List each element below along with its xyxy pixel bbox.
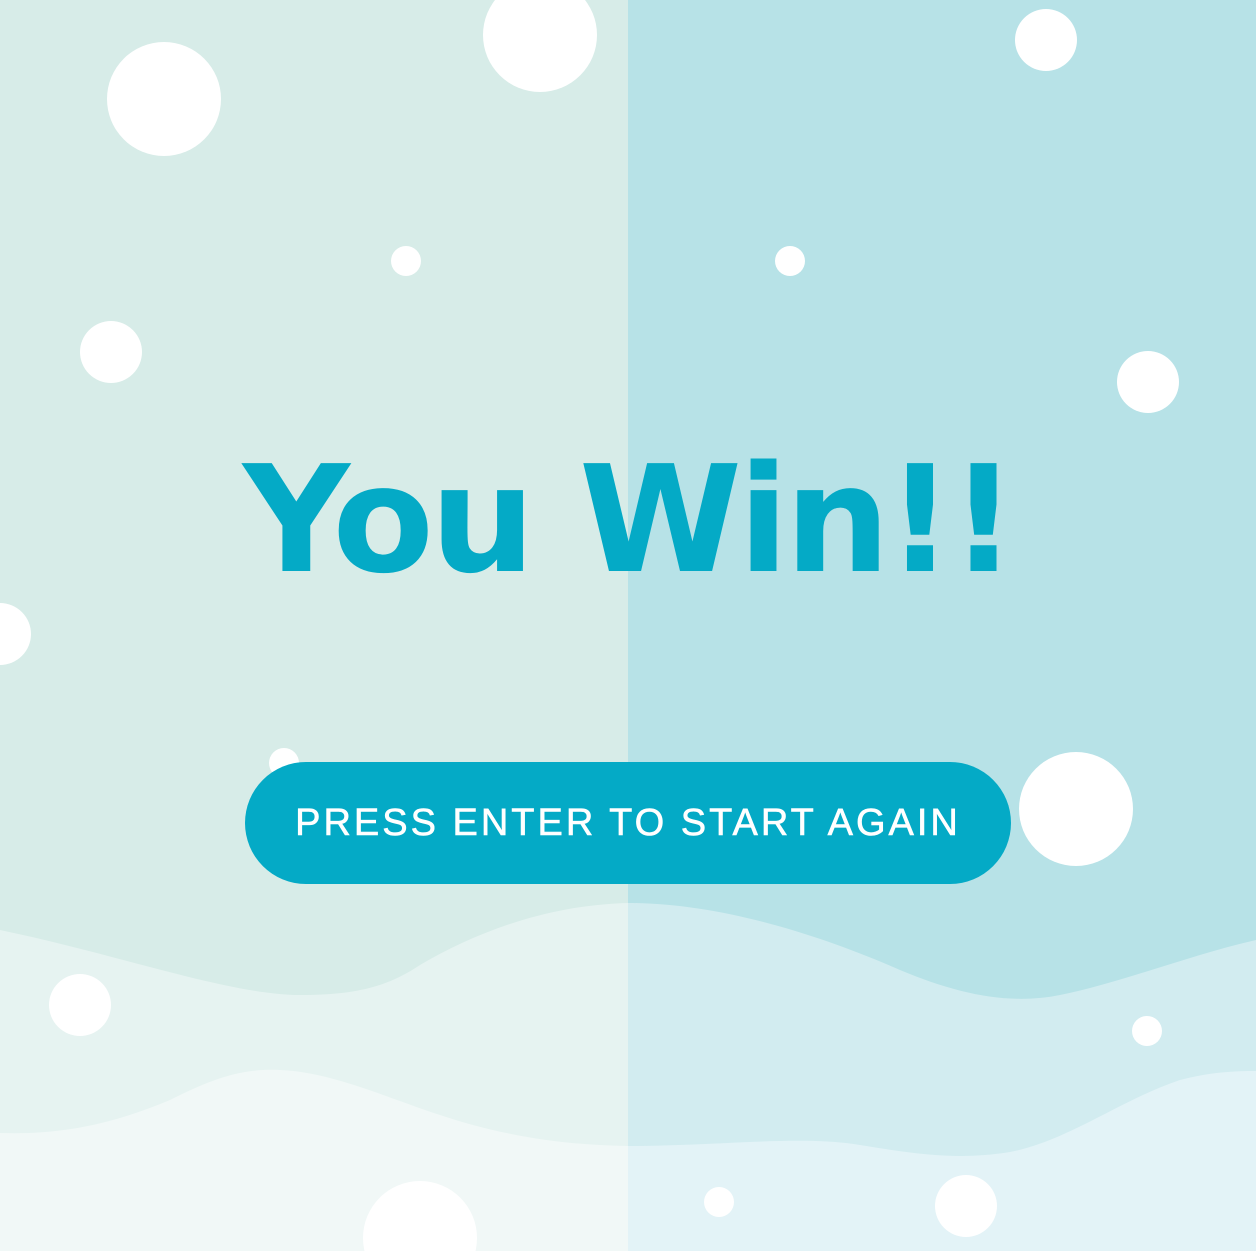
winter-background <box>0 0 1256 1251</box>
snowflake-icon <box>1015 9 1077 71</box>
snowflake-icon <box>775 246 805 276</box>
game-screen: You Win!! PRESS ENTER TO START AGAIN <box>0 0 1256 1251</box>
restart-button[interactable]: PRESS ENTER TO START AGAIN <box>245 762 1011 884</box>
snowflake-icon <box>1019 752 1133 866</box>
restart-button-label: PRESS ENTER TO START AGAIN <box>295 801 961 844</box>
snowflake-icon <box>107 42 221 156</box>
win-title: You Win!! <box>242 434 1017 606</box>
snowflake-icon <box>935 1175 997 1237</box>
snowflake-icon <box>704 1187 734 1217</box>
snowflake-icon <box>391 246 421 276</box>
snowflake-icon <box>49 974 111 1036</box>
snowflake-icon <box>1132 1016 1162 1046</box>
snowflake-icon <box>1117 351 1179 413</box>
snowflake-icon <box>80 321 142 383</box>
